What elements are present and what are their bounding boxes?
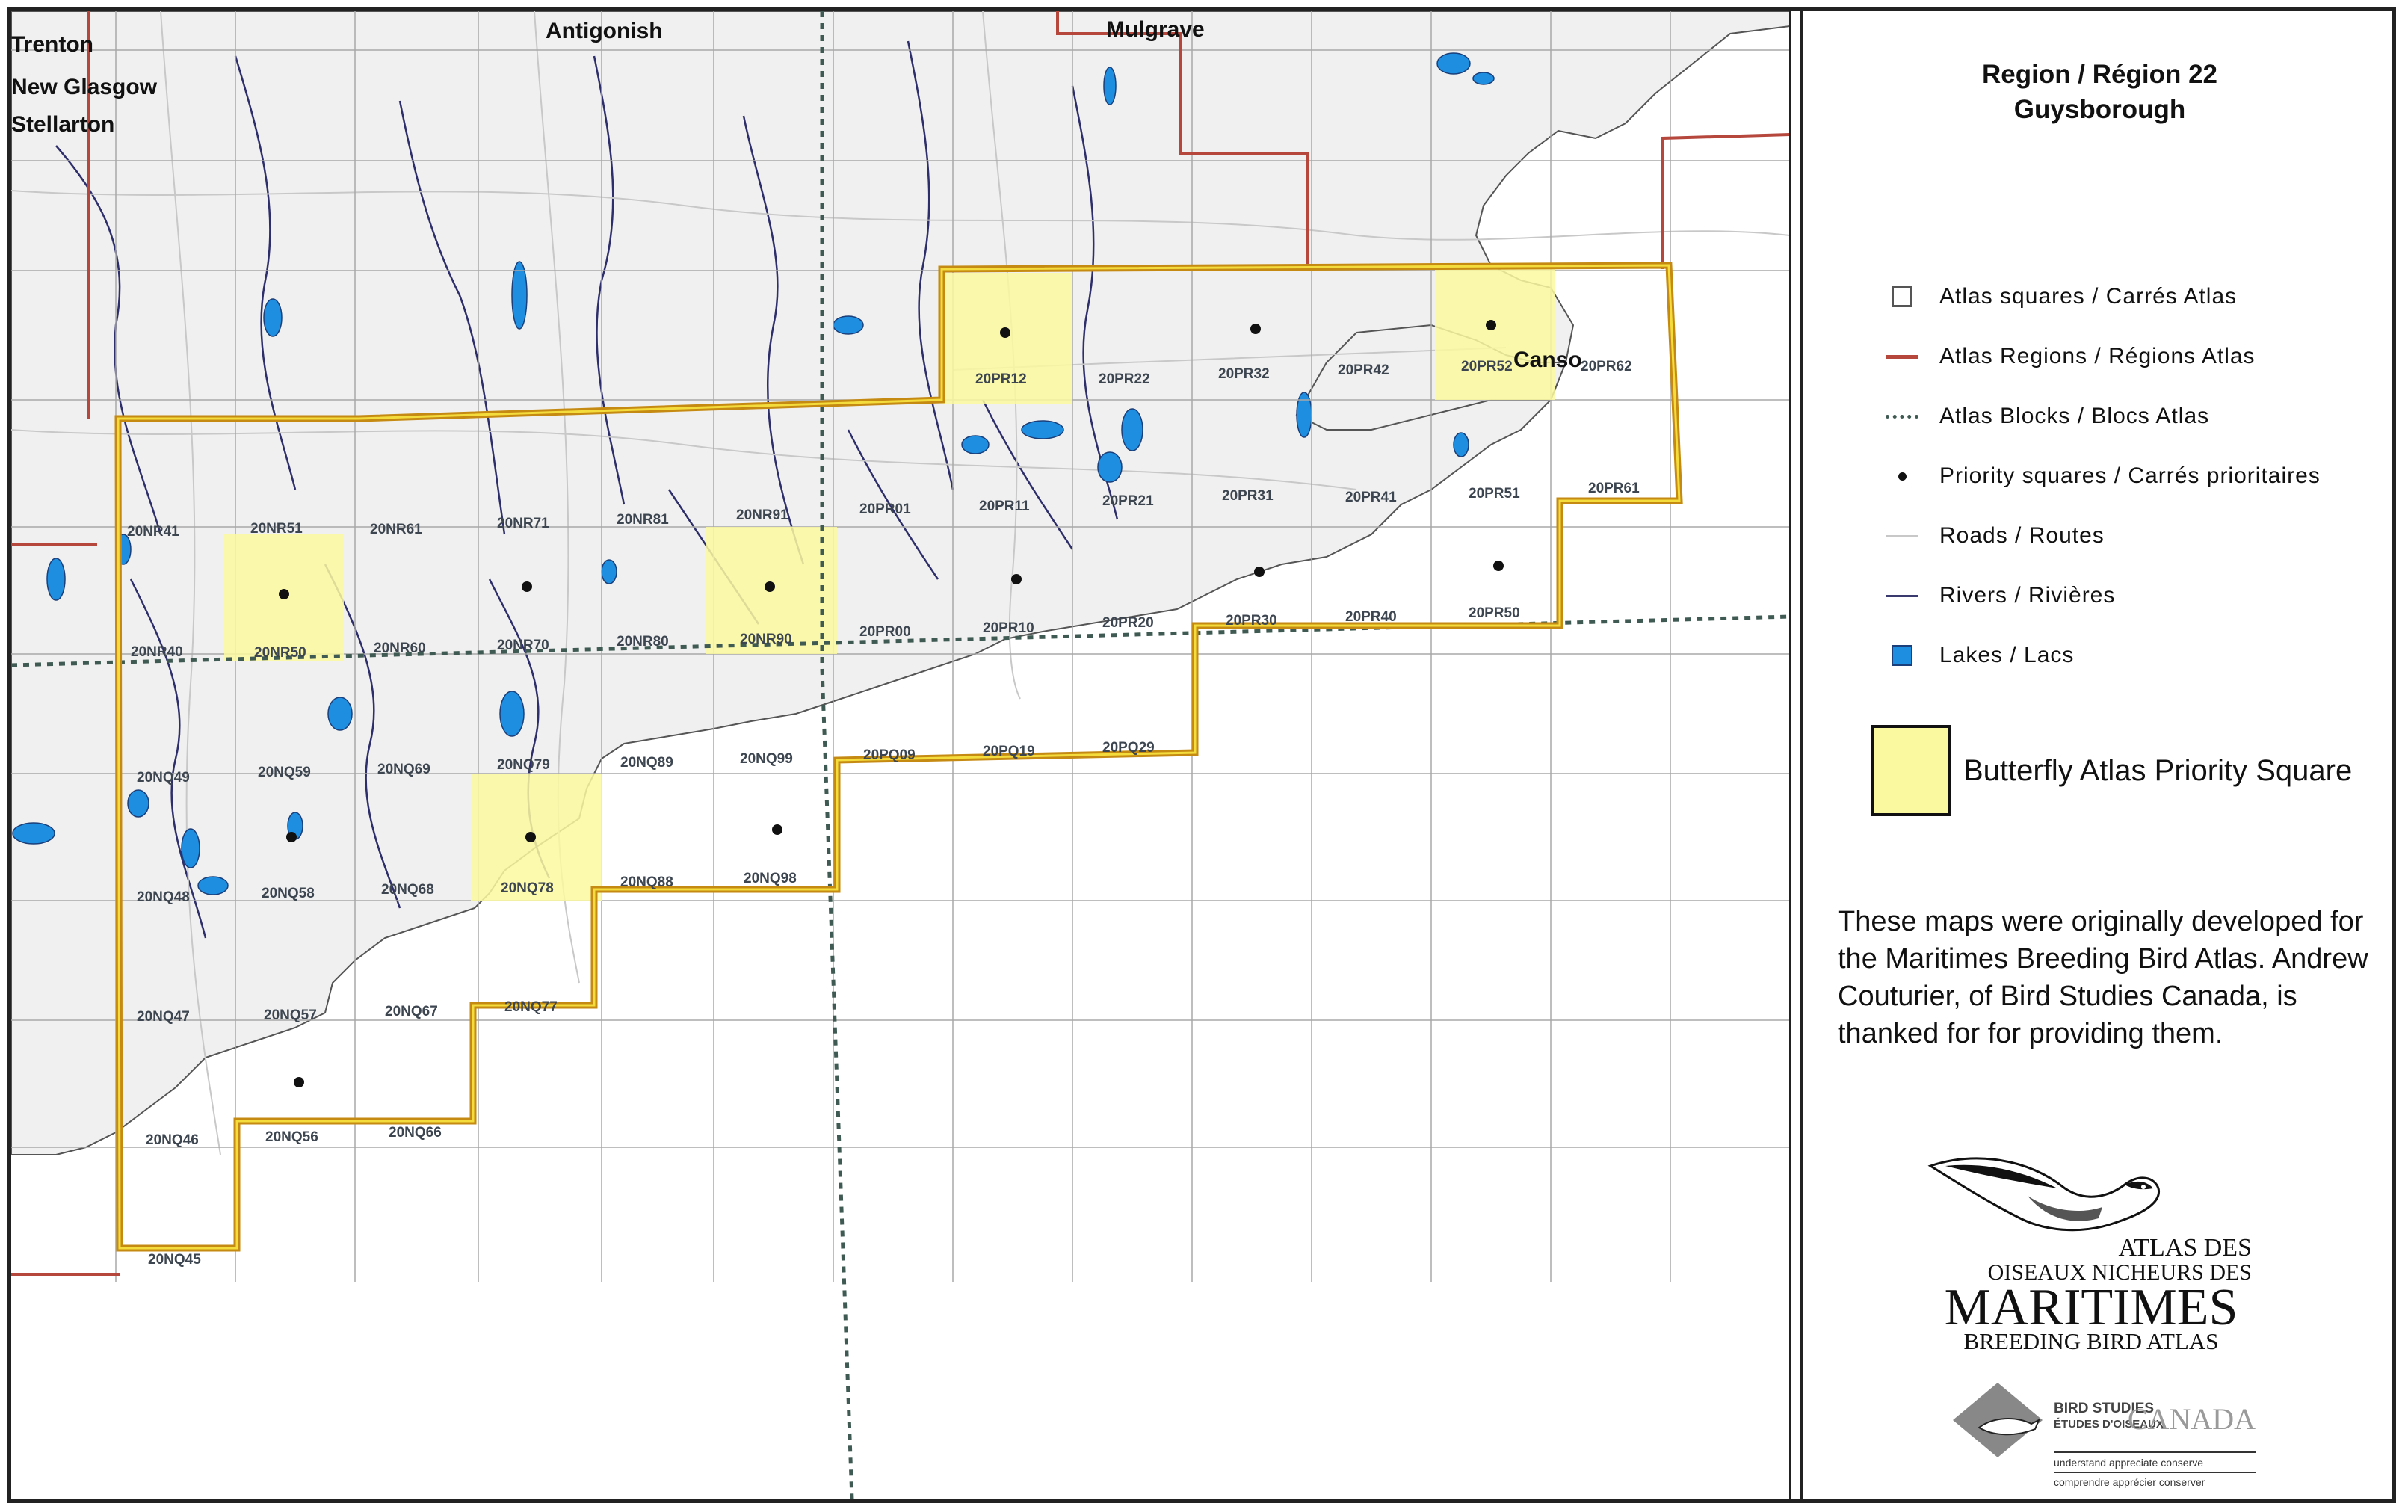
square-label: 20NQ49 [137,770,190,786]
square-label: 20NQ58 [262,886,315,901]
square-label: 20NR50 [254,645,306,661]
bsc-logo: BIRD STUDIES ÉTUDES D'OISEAUX CANADA und… [1953,1383,2256,1488]
square-label: 20NQ68 [381,882,434,898]
square-label: 20NQ89 [620,755,673,771]
town-label-canso: Canso [1513,348,1582,372]
butterfly-square-icon [1871,725,1951,816]
map-panel: Trenton New Glasgow Stellarton Antigonis… [11,11,1801,1499]
square-label: 20NQ45 [148,1252,201,1268]
square-label: 20NQ48 [137,889,190,905]
river-line-icon [1886,581,1918,611]
square-label: 20NQ88 [620,874,673,890]
square-label: 20NQ79 [497,757,550,773]
square-label: 20PR62 [1581,359,1632,374]
square-label: 20NQ67 [385,1004,438,1019]
bird-studies-icon [1953,1383,2043,1457]
square-label: 20NR61 [370,522,422,537]
road-line-icon [1886,521,1918,551]
legend-item-label: Atlas Blocks / Blocs Atlas [1939,404,2210,428]
legend-item-label: Atlas squares / Carrés Atlas [1939,284,2238,309]
square-label: 20PR42 [1338,362,1389,378]
square-label: 20PQ29 [1102,740,1155,756]
atlas-square-icon [1886,282,1918,312]
mbba-line1: ATLAS DES [2118,1234,2252,1262]
lake-square-icon [1886,641,1918,670]
town-label-mulgrave: Mulgrave [1106,17,1205,42]
square-label: 20NQ46 [146,1132,199,1148]
legend-item-priority-squares: Priority squares / Carrés prioritaires [1886,461,2321,491]
square-label: 20PR22 [1099,371,1150,387]
legend-item-label: Rivers / Rivières [1939,583,2116,608]
square-label: 20NQ99 [740,751,793,767]
legend-item-atlas-blocks: Atlas Blocks / Blocs Atlas [1886,401,2209,431]
square-label: 20PR21 [1102,493,1154,509]
square-label: 20PR12 [975,371,1027,387]
legend-item-butterfly: Butterfly Atlas Priority Square [1871,725,2352,816]
square-label: 20PR10 [983,620,1034,636]
legend-item-lakes: Lakes / Lacs [1886,641,2074,670]
town-label-antigonish: Antigonish [546,19,663,43]
square-label: 20NR71 [497,516,549,531]
square-label: 20PR11 [979,499,1030,514]
square-label: 20PR20 [1102,615,1154,631]
square-label: 20PR52 [1461,359,1513,374]
square-label: 20PR40 [1345,609,1397,625]
square-label: 20NQ59 [258,765,311,780]
square-label: 20PR50 [1469,605,1520,621]
legend-item-roads: Roads / Routes [1886,521,2105,551]
warbler-icon [1927,1157,2160,1232]
mbba-line4: BREEDING BIRD ATLAS [1963,1328,2218,1353]
square-label: 20NR40 [131,644,183,660]
credit-text: These maps were originally developed for… [1838,906,2368,1049]
priority-dot-icon [1886,461,1918,491]
bsc-tag2: comprendre apprécier conserver [2054,1476,2205,1488]
bsc-tag1: understand appreciate conserve [2054,1457,2203,1469]
block-line-icon [1886,401,1918,431]
square-label: 20NQ66 [389,1125,442,1141]
square-label: 20PR01 [859,502,911,517]
square-label: 20PQ09 [863,747,916,763]
square-label: 20NQ56 [265,1129,318,1145]
square-label: 20NQ57 [264,1008,317,1023]
town-label-stellarton: Stellarton [11,112,115,137]
mbba-logo: ATLAS DES OISEAUX NICHEURS DES MARITIMES… [1927,1157,2252,1353]
region-line-icon [1886,342,1918,371]
square-label: 20PR00 [859,624,911,640]
legend-item-rivers: Rivers / Rivières [1886,581,2115,611]
square-label: 20PR32 [1218,366,1270,382]
square-label: 20NR90 [740,632,792,647]
legend-item-label: Roads / Routes [1939,523,2105,548]
square-label: 20PR30 [1226,613,1277,629]
square-label: 20PR61 [1588,481,1640,496]
square-label: 20NQ78 [501,880,554,896]
legend-item-label: Atlas Regions / Régions Atlas [1939,344,2256,368]
legend-item-atlas-regions: Atlas Regions / Régions Atlas [1886,342,2256,371]
butterfly-label: Butterfly Atlas Priority Square [1963,753,2353,787]
legend-panel: Region / Région 22 Guysborough Atlas squ… [1803,11,2396,1499]
square-label: 20NR80 [617,634,669,649]
square-label: 20NR41 [127,524,179,540]
legend-title-region: Region / Région 22 [1981,60,2218,89]
square-label: 20NR51 [250,521,303,537]
square-label: 20NR91 [736,507,788,523]
square-label: 20PR51 [1469,486,1520,502]
legend-title-guysborough: Guysborough [2013,95,2186,124]
legend-item-label: Lakes / Lacs [1939,643,2075,667]
legend-item-label: Priority squares / Carrés prioritaires [1939,463,2321,488]
square-label: 20NQ77 [504,999,558,1015]
square-label: 20NQ98 [744,871,797,886]
square-label: 20PR31 [1222,488,1274,504]
legend-item-atlas-squares: Atlas squares / Carrés Atlas [1886,282,2237,312]
square-label: 20NQ47 [137,1009,190,1025]
square-label: 20NR81 [617,512,669,528]
square-label: 20PR41 [1345,490,1397,505]
town-label-new-glasgow: New Glasgow [11,75,158,99]
square-label: 20NR60 [374,641,426,656]
town-label-trenton: Trenton [11,32,93,57]
square-label: 20PQ19 [983,744,1035,759]
square-label: 20NR70 [497,638,549,653]
square-label: 20NQ69 [377,762,430,777]
bsc-canada: CANADA [2128,1402,2256,1436]
